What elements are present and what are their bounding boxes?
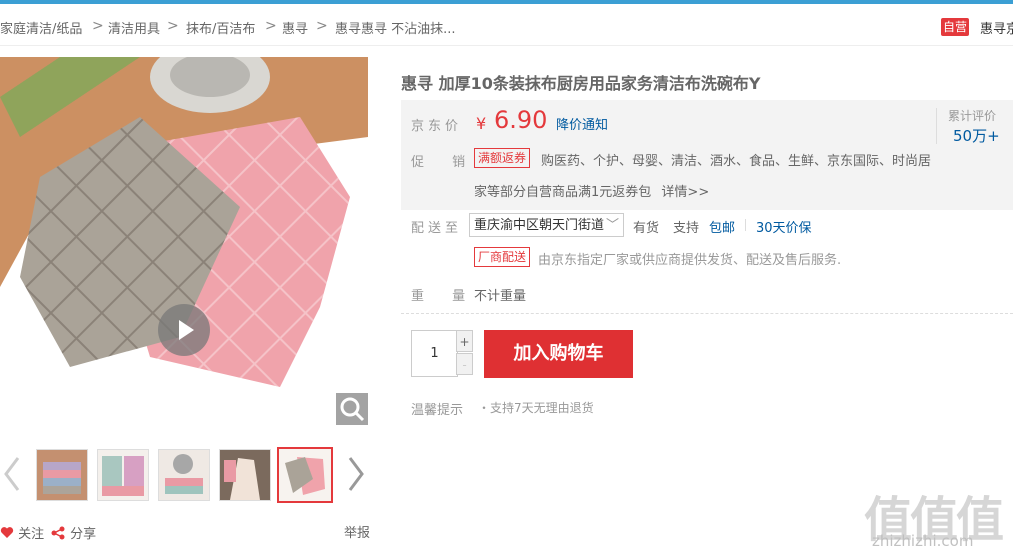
header-divider	[0, 45, 1013, 46]
top-accent-bar	[0, 0, 1013, 4]
report-link[interactable]: 举报	[344, 522, 370, 541]
breadcrumb-item-category[interactable]: 家庭清洁/纸品	[0, 18, 82, 37]
breadcrumb-item-product: 惠寻惠寻 不沾油抹...	[335, 22, 456, 37]
thumbnail-image	[98, 450, 148, 500]
promo-label: 促 销	[411, 155, 478, 170]
eval-divider	[936, 108, 937, 144]
follow-label: 关注	[18, 527, 45, 542]
product-price: 6.90	[494, 106, 548, 134]
watermark-url: zhizhizhi.com	[872, 532, 974, 550]
service-separator	[745, 219, 746, 231]
currency-symbol: ¥	[476, 114, 487, 133]
stock-status: 有货	[633, 221, 660, 236]
thumb-prev-arrow[interactable]	[2, 456, 22, 492]
thumbnail-image	[220, 450, 270, 500]
thumbnail-image	[37, 450, 87, 500]
breadcrumb-item-tools[interactable]: 清洁用具	[108, 18, 160, 37]
self-operated-badge: 自营	[941, 18, 969, 36]
quantity-input[interactable]: 1	[411, 330, 458, 377]
breadcrumb-item-brand[interactable]: 惠寻	[282, 18, 308, 37]
section-divider	[401, 313, 1013, 314]
share-label: 分享	[70, 527, 97, 542]
promo-detail-link[interactable]: 详情>>	[661, 185, 709, 200]
promo-tag: 满额返券	[474, 148, 531, 168]
share-icon	[51, 526, 65, 540]
chevron-left-icon	[4, 457, 20, 491]
thumbnail-2[interactable]	[97, 449, 149, 501]
breadcrumb-separator: >	[316, 18, 328, 34]
breadcrumb-separator: >	[167, 18, 179, 34]
thumbnail-image	[279, 449, 331, 501]
breadcrumb-separator: >	[92, 18, 104, 34]
quantity-increase-button[interactable]: +	[456, 330, 473, 352]
follow-button[interactable]: 关注	[0, 523, 44, 542]
thumbnail-4[interactable]	[219, 449, 271, 501]
thumb-next-arrow[interactable]	[346, 456, 366, 492]
free-shipping-link[interactable]: 包邮	[709, 217, 735, 236]
address-select[interactable]: 重庆渝中区朝天门街道 ﹀	[469, 213, 624, 237]
product-photo	[0, 57, 368, 425]
play-icon	[179, 320, 194, 340]
address-value: 重庆渝中区朝天门街道	[474, 218, 605, 233]
breadcrumb-item-cloths[interactable]: 抹布/百洁布	[186, 18, 255, 37]
delivery-label: 配送至	[411, 221, 463, 236]
review-count-label: 累计评价	[948, 109, 997, 123]
tips-label: 温馨提示	[411, 403, 464, 418]
thumbnail-image	[159, 450, 209, 500]
product-title: 惠寻 加厚10条装抹布厨房用品家务清洁布洗碗布Y	[401, 74, 761, 93]
main-product-image[interactable]	[0, 57, 368, 425]
add-to-cart-button[interactable]: 加入购物车	[484, 330, 633, 378]
support-label: 支持	[673, 221, 700, 236]
weight-value: 不计重量	[474, 289, 527, 304]
shop-name-link[interactable]: 惠寻京	[980, 18, 1013, 37]
promo-text: 购医药、个护、母婴、清洁、酒水、食品、生鲜、京东国际、时尚居	[541, 154, 932, 169]
price-label: 京东价	[411, 119, 463, 134]
tips-value: ・支持7天无理由退货	[478, 401, 594, 415]
thumbnail-3[interactable]	[158, 449, 210, 501]
promo-text-line2: 家等部分自营商品满1元返券包	[474, 185, 652, 200]
quantity-decrease-button[interactable]: -	[456, 353, 473, 375]
quantity-stepper: 1 + -	[411, 330, 474, 377]
thumbnail-5-selected[interactable]	[277, 447, 333, 503]
promo-text-continued: 家等部分自营商品满1元返券包 详情>>	[474, 181, 709, 200]
heart-icon	[0, 527, 14, 538]
price-protect-link[interactable]: 30天价保	[756, 217, 812, 236]
vendor-shipping-tag: 厂商配送	[474, 247, 531, 267]
weight-label: 重 量	[411, 289, 478, 304]
breadcrumb-separator: >	[265, 18, 277, 34]
review-count-link[interactable]: 50万+	[953, 125, 1000, 146]
chevron-right-icon	[348, 457, 364, 491]
thumbnail-1[interactable]	[36, 449, 88, 501]
zoom-button[interactable]	[336, 393, 368, 425]
magnifier-icon	[340, 397, 365, 422]
play-video-button[interactable]	[158, 304, 210, 356]
share-button[interactable]: 分享	[50, 523, 96, 542]
price-drop-notify-link[interactable]: 降价通知	[556, 114, 608, 133]
vendor-shipping-text: 由京东指定厂家或供应商提供发货、配送及售后服务.	[538, 253, 842, 268]
chevron-down-icon: ﹀	[605, 218, 619, 233]
